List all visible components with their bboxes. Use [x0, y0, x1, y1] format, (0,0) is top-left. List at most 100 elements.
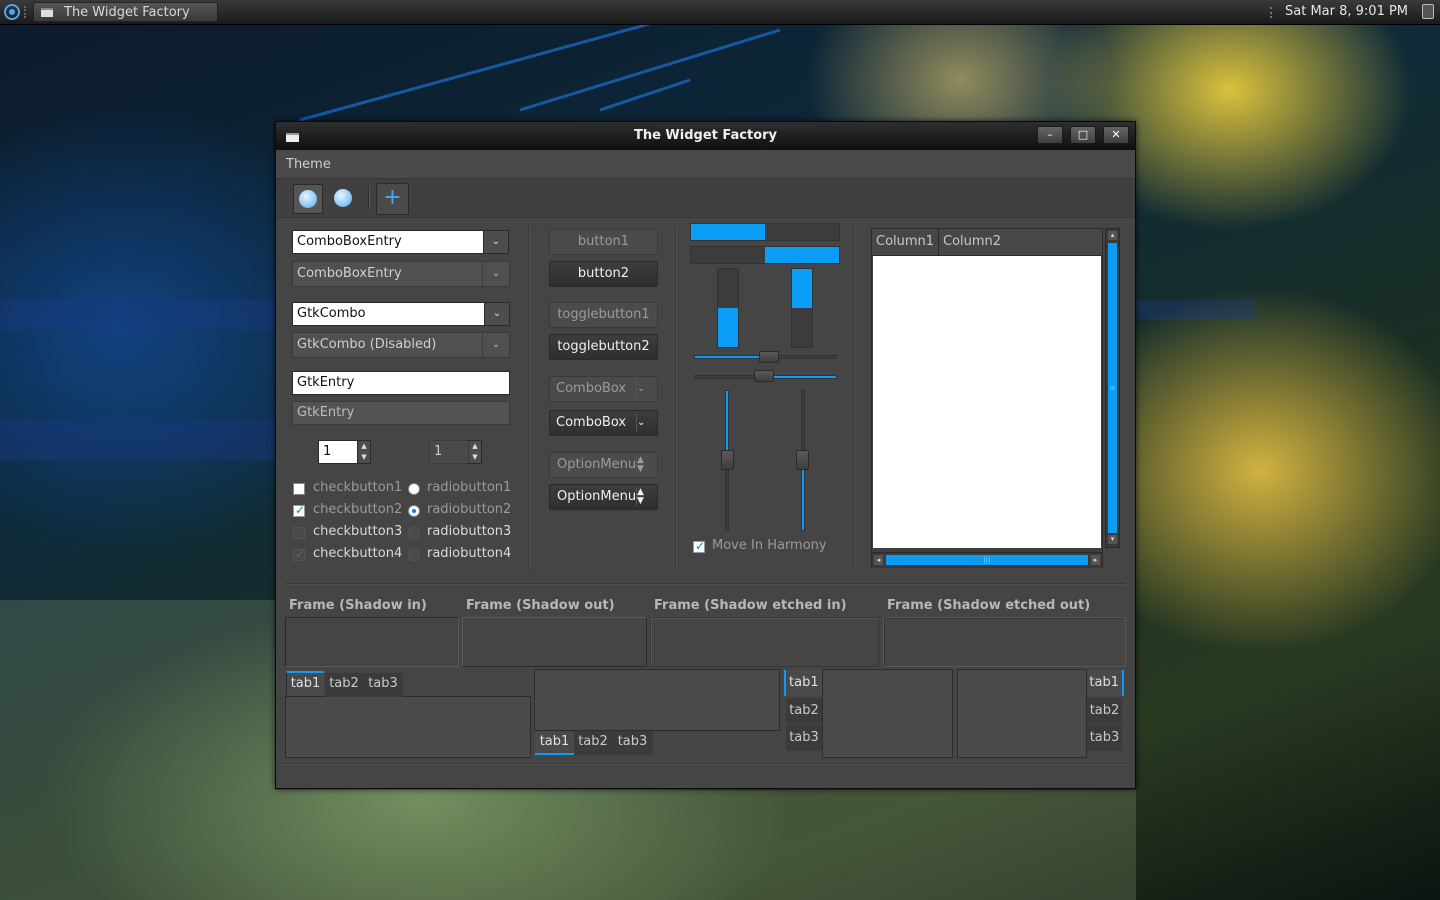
- frame-shadow-etched-in: Frame (Shadow etched in): [650, 595, 879, 667]
- horizontal-scrollbar[interactable]: ◂ ||| ▸: [872, 552, 1102, 568]
- notebook-right-tab2[interactable]: tab2: [1087, 698, 1122, 724]
- add-button[interactable]: +: [376, 183, 409, 215]
- notebook-top-tab2[interactable]: tab2: [325, 673, 363, 697]
- column-separator: [675, 226, 677, 570]
- maximize-button[interactable]: □: [1070, 126, 1096, 144]
- move-in-harmony-checkbox[interactable]: [693, 539, 705, 553]
- gtkcombo-input[interactable]: GtkCombo: [292, 302, 486, 326]
- chevron-down-icon: ⌄: [482, 333, 509, 357]
- close-button[interactable]: ✕: [1103, 126, 1129, 144]
- treeview-header: Column1 Column2: [872, 229, 1102, 256]
- button1: button1: [549, 229, 658, 255]
- notebook-left-tab2[interactable]: tab2: [786, 698, 822, 724]
- radiobutton1[interactable]: [408, 483, 420, 495]
- top-panel: The Widget Factory Sat Mar 8, 9:01 PM: [0, 0, 1440, 25]
- vertical-scroll-thumb[interactable]: ≡: [1108, 243, 1117, 533]
- gtkentry-input[interactable]: GtkEntry: [292, 371, 510, 395]
- skip-back-icon: [299, 190, 317, 208]
- hscale1-slider[interactable]: [759, 351, 779, 363]
- skip-forward-button[interactable]: [329, 184, 359, 214]
- horizontal-scroll-thumb[interactable]: |||: [886, 555, 1088, 565]
- gtkcombo-dropdown[interactable]: ⌄: [484, 302, 510, 326]
- radiobutton4: [408, 549, 420, 561]
- notebook-bottom-tab1[interactable]: tab1: [535, 731, 574, 755]
- checkbutton2[interactable]: [293, 503, 305, 517]
- comboboxentry-input[interactable]: ComboBoxEntry: [292, 230, 484, 254]
- trash-icon[interactable]: [1422, 4, 1434, 19]
- notebook-top-tab3[interactable]: tab3: [363, 673, 403, 697]
- treeview-body[interactable]: [873, 256, 1101, 548]
- optionmenu-label: OptionMenu: [557, 489, 637, 504]
- hscale-fill: [764, 376, 836, 378]
- section-separator: [285, 583, 1125, 585]
- optionmenu[interactable]: OptionMenu ▲ ▼: [549, 484, 658, 510]
- spin-arrows-icon: ▲ ▼: [469, 440, 482, 464]
- frame-body: [883, 617, 1126, 667]
- spinbutton-value[interactable]: 1: [318, 440, 358, 464]
- hscale2-slider[interactable]: [754, 370, 774, 382]
- frame-shadow-out-label: Frame (Shadow out): [466, 598, 615, 613]
- notebook-right-tab1[interactable]: tab1: [1087, 670, 1124, 696]
- updown-icon: ▲ ▼: [636, 488, 657, 506]
- notebook-right-tab3[interactable]: tab3: [1087, 725, 1122, 751]
- chevron-down-icon: ⌄: [636, 414, 657, 432]
- checkbutton1[interactable]: [293, 483, 305, 495]
- frame-shadow-etched-out: Frame (Shadow etched out): [883, 595, 1126, 667]
- skip-back-button[interactable]: [293, 184, 323, 214]
- notebook-right-pane: [957, 669, 1087, 758]
- menu-theme[interactable]: Theme: [286, 157, 331, 172]
- checkbutton4-label: checkbutton4: [313, 546, 403, 561]
- statusbar-separator: [280, 763, 1131, 765]
- scroll-left-icon[interactable]: ◂: [874, 555, 883, 565]
- column1-header[interactable]: Column1: [876, 234, 934, 249]
- vscale1-slider[interactable]: [721, 450, 734, 470]
- notebook-bottom-pane: [534, 669, 780, 731]
- button2[interactable]: button2: [549, 261, 658, 287]
- combobox-label: ComboBox: [556, 415, 627, 430]
- taskbar-item-widget-factory[interactable]: The Widget Factory: [33, 2, 218, 22]
- notebook-bottom-tab2[interactable]: tab2: [574, 731, 612, 755]
- combobox-disabled-label: ComboBox: [556, 381, 627, 396]
- move-in-harmony-label: Move In Harmony: [712, 538, 827, 553]
- column-separator: [528, 226, 530, 570]
- comboboxentry-disabled: ComboBoxEntry ⌄: [292, 261, 510, 287]
- progressbar-top-to-bottom: [791, 268, 813, 348]
- frame-shadow-in-label: Frame (Shadow in): [289, 598, 427, 613]
- menubar: Theme: [276, 150, 1135, 178]
- radiobutton3-label: radiobutton3: [427, 524, 512, 539]
- progress-fill: [691, 224, 765, 240]
- frame-body: [285, 617, 459, 667]
- notebook-left-tab1[interactable]: tab1: [784, 670, 822, 696]
- checkbutton3: [293, 527, 305, 539]
- combobox[interactable]: ComboBox ⌄: [549, 410, 658, 436]
- checkbutton3-label: checkbutton3: [313, 524, 403, 539]
- notebook-top-tab1[interactable]: tab1: [286, 671, 324, 695]
- scroll-up-icon[interactable]: ▴: [1108, 231, 1117, 240]
- vscale2-slider[interactable]: [796, 450, 809, 470]
- gtkentry-disabled: GtkEntry: [292, 401, 510, 425]
- notebook-left-tab3[interactable]: tab3: [786, 725, 822, 751]
- frame-shadow-out: Frame (Shadow out): [462, 595, 647, 667]
- column-divider: [938, 229, 939, 255]
- comboboxentry-dropdown[interactable]: ⌄: [483, 230, 509, 254]
- scroll-down-icon[interactable]: ▾: [1108, 535, 1117, 544]
- titlebar[interactable]: The Widget Factory – □ ✕: [276, 122, 1135, 150]
- column2-header[interactable]: Column2: [943, 234, 1001, 249]
- radiobutton3: [408, 527, 420, 539]
- radiobutton2[interactable]: [408, 505, 420, 517]
- togglebutton2[interactable]: togglebutton2: [549, 334, 658, 360]
- hscale-fill: [695, 356, 767, 358]
- radiobutton2-label: radiobutton2: [427, 502, 512, 517]
- clock[interactable]: Sat Mar 8, 9:01 PM: [1285, 4, 1408, 19]
- window-icon: [41, 8, 53, 17]
- panel-separator: [24, 6, 29, 18]
- scroll-right-icon[interactable]: ▸: [1091, 555, 1100, 565]
- widget-factory-window: The Widget Factory – □ ✕ Theme + ComboBo…: [275, 121, 1136, 789]
- minimize-button[interactable]: –: [1037, 126, 1063, 144]
- spin-arrows-icon[interactable]: ▲ ▼: [358, 440, 371, 464]
- notebook-bottom-tab3[interactable]: tab3: [612, 731, 653, 755]
- checkbutton1-label: checkbutton1: [313, 480, 403, 495]
- system-menu-icon[interactable]: [2, 2, 22, 22]
- vertical-scrollbar[interactable]: ▴ ≡ ▾: [1105, 228, 1120, 548]
- progressbar-right-to-left: [690, 246, 840, 264]
